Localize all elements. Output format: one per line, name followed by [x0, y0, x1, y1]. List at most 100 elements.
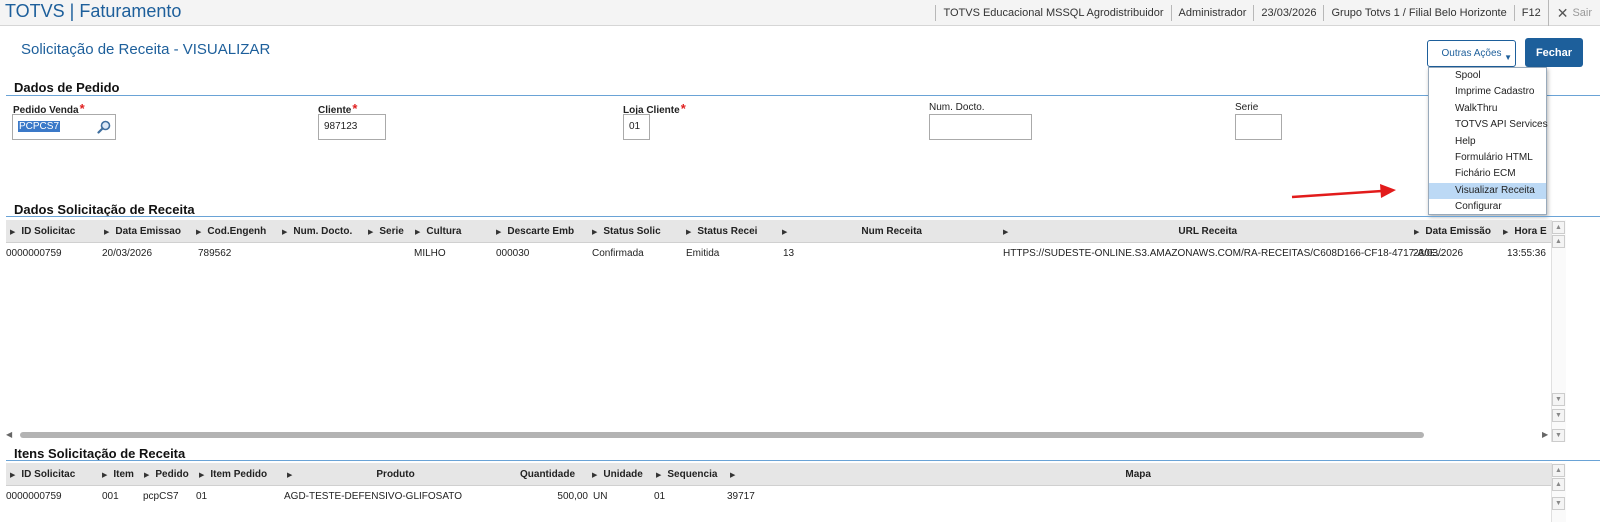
col-cultura[interactable]: ▶ Cultura — [415, 220, 461, 243]
col-id-solicitac[interactable]: ▶ ID Solicitac — [10, 220, 75, 243]
num-docto-label: Num. Docto. — [929, 102, 985, 113]
sort-icon: ▶ — [368, 229, 374, 236]
loja-cliente-input[interactable]: 01 — [623, 114, 650, 140]
app-title: TOTVS | Faturamento — [5, 1, 182, 21]
sort-icon: ▶ — [10, 472, 16, 479]
col-descarte-emb[interactable]: ▶ Descarte Emb — [496, 220, 574, 243]
num-docto-input[interactable] — [929, 114, 1032, 140]
col-hora-e[interactable]: ▶ Hora E — [1503, 220, 1547, 243]
col-num-receita[interactable]: ▶ Num Receita — [782, 220, 922, 243]
col-serie[interactable]: ▶ Serie — [368, 220, 404, 243]
solicitacao-hscroll[interactable]: ◀ ▶ — [6, 429, 1551, 441]
col-sequencia[interactable]: ▶ Sequencia — [656, 463, 717, 486]
col-produto[interactable]: ▶ Produto — [287, 463, 415, 486]
sort-icon: ▶ — [196, 229, 202, 236]
col-data-emissao-2[interactable]: ▶ Data Emissão — [1414, 220, 1491, 243]
col-quantidade[interactable]: Quantidade — [520, 463, 575, 486]
sort-icon: ▶ — [730, 472, 736, 479]
menu-item-imprime-cadastro[interactable]: Imprime Cadastro — [1429, 84, 1546, 100]
col-data-emissao[interactable]: ▶ Data Emissao — [104, 220, 181, 243]
search-icon[interactable] — [97, 120, 111, 134]
col-id-solicitac[interactable]: ▶ ID Solicitac — [10, 463, 75, 486]
col-status-recei[interactable]: ▶ Status Recei — [686, 220, 757, 243]
table-row[interactable]: 0000000759 001 pcpCS7 01 AGD-TESTE-DEFEN… — [6, 487, 1551, 507]
table-row[interactable]: 0000000759 20/03/2026 789562 MILHO 00003… — [6, 244, 1551, 264]
sort-icon: ▶ — [782, 229, 788, 236]
col-item-pedido[interactable]: ▶ Item Pedido — [199, 463, 267, 486]
top-company-branch[interactable]: Grupo Totvs 1 / Filial Belo Horizonte — [1323, 5, 1513, 21]
top-bar-info: TOTVS Educacional MSSQL Agrodistribuidor… — [935, 0, 1600, 26]
section-dados-pedido: Dados de Pedido — [14, 80, 120, 95]
sort-icon: ▶ — [102, 472, 108, 479]
serie-label: Serie — [1235, 102, 1259, 113]
hscroll-thumb[interactable] — [20, 432, 1424, 438]
scroll-up-icon[interactable]: ▲ — [1552, 478, 1565, 491]
sort-icon: ▶ — [104, 229, 110, 236]
menu-item-walkthru[interactable]: WalkThru — [1429, 101, 1546, 117]
outras-acoes-button[interactable]: Outras Ações ▼ — [1427, 40, 1516, 67]
top-f12[interactable]: F12 — [1513, 5, 1548, 21]
sort-icon: ▶ — [496, 229, 502, 236]
scroll-up-icon[interactable]: ▲ — [1552, 235, 1565, 248]
col-url-receita[interactable]: ▶ URL Receita — [1003, 220, 1237, 243]
annotation-arrow-icon — [1291, 184, 1396, 199]
col-item[interactable]: ▶ Item — [102, 463, 134, 486]
menu-item-help[interactable]: Help — [1429, 134, 1546, 150]
col-mapa[interactable]: ▶ Mapa — [730, 463, 1151, 486]
serie-input[interactable] — [1235, 114, 1282, 140]
scroll-down-icon[interactable]: ▼ — [1552, 429, 1565, 442]
scroll-down-icon[interactable]: ▼ — [1552, 497, 1565, 510]
outras-acoes-menu: Spool Imprime Cadastro WalkThru TOTVS AP… — [1428, 67, 1548, 215]
pedido-venda-input[interactable]: PCPCS7 — [12, 114, 116, 140]
exit-label: Sair — [1572, 7, 1592, 19]
sort-icon: ▶ — [282, 229, 288, 236]
col-pedido[interactable]: ▶ Pedido — [144, 463, 189, 486]
sort-icon: ▶ — [144, 472, 150, 479]
col-num-docto[interactable]: ▶ Num. Docto. — [282, 220, 352, 243]
menu-item-configurar[interactable]: Configurar — [1429, 199, 1546, 215]
sort-icon: ▶ — [1414, 229, 1420, 236]
sort-icon: ▶ — [686, 229, 692, 236]
scroll-left-icon[interactable]: ◀ — [6, 429, 12, 441]
sort-icon: ▶ — [1003, 229, 1009, 236]
col-cod-engenh[interactable]: ▶ Cod.Engenh — [196, 220, 266, 243]
section-divider — [6, 95, 1600, 96]
sort-icon: ▶ — [592, 472, 598, 479]
scroll-down-icon[interactable]: ▼ — [1552, 393, 1565, 406]
sort-icon: ▶ — [1503, 229, 1509, 236]
top-user[interactable]: Administrador — [1170, 5, 1254, 21]
menu-item-totvs-api-services[interactable]: TOTVS API Services — [1429, 117, 1548, 133]
scroll-up-icon[interactable]: ▲ — [1552, 464, 1565, 477]
menu-item-fichario-ecm[interactable]: Fichário ECM — [1429, 166, 1546, 182]
solicitacao-grid-header: ▶ ID Solicitac ▶ Data Emissao ▶ Cod.Engenh … — [6, 220, 1551, 243]
col-status-solic[interactable]: ▶ Status Solic — [592, 220, 661, 243]
fechar-button[interactable]: Fechar — [1525, 38, 1583, 67]
sort-icon: ▶ — [592, 229, 598, 236]
section-itens-solicitacao: Itens Solicitação de Receita — [14, 446, 186, 461]
top-date[interactable]: 23/03/2026 — [1253, 5, 1323, 21]
section-divider — [6, 216, 1600, 217]
chevron-down-icon: ▼ — [1504, 53, 1512, 62]
scroll-right-icon[interactable]: ▶ — [1542, 429, 1548, 441]
cliente-input[interactable]: 987123 — [318, 114, 386, 140]
required-marker: * — [680, 101, 686, 116]
sort-icon: ▶ — [656, 472, 662, 479]
col-unidade[interactable]: ▶ Unidade — [592, 463, 643, 486]
itens-grid-header: ▶ ID Solicitac ▶ Item ▶ Pedido ▶ Item Pedido… — [6, 463, 1551, 486]
top-environment[interactable]: TOTVS Educacional MSSQL Agrodistribuidor — [935, 5, 1170, 21]
sort-icon: ▶ — [287, 472, 293, 479]
page-title: Solicitação de Receita - VISUALIZAR — [21, 41, 271, 58]
sort-icon: ▶ — [199, 472, 205, 479]
close-icon: ✕ — [1556, 5, 1569, 21]
sort-icon: ▶ — [10, 229, 16, 236]
menu-item-visualizar-receita[interactable]: Visualizar Receita — [1429, 182, 1546, 200]
section-divider — [6, 460, 1600, 461]
menu-item-spool[interactable]: Spool — [1429, 68, 1546, 84]
scroll-up-icon[interactable]: ▲ — [1552, 221, 1565, 234]
menu-item-formulario-html[interactable]: Formulário HTML — [1429, 150, 1546, 166]
top-bar: TOTVS | Faturamento TOTVS Educacional MS… — [0, 0, 1600, 26]
exit-button[interactable]: ✕ Sair — [1547, 0, 1600, 26]
scroll-down-icon[interactable]: ▼ — [1552, 409, 1565, 422]
sort-icon: ▶ — [415, 229, 421, 236]
outras-acoes-label: Outras Ações — [1441, 48, 1502, 59]
